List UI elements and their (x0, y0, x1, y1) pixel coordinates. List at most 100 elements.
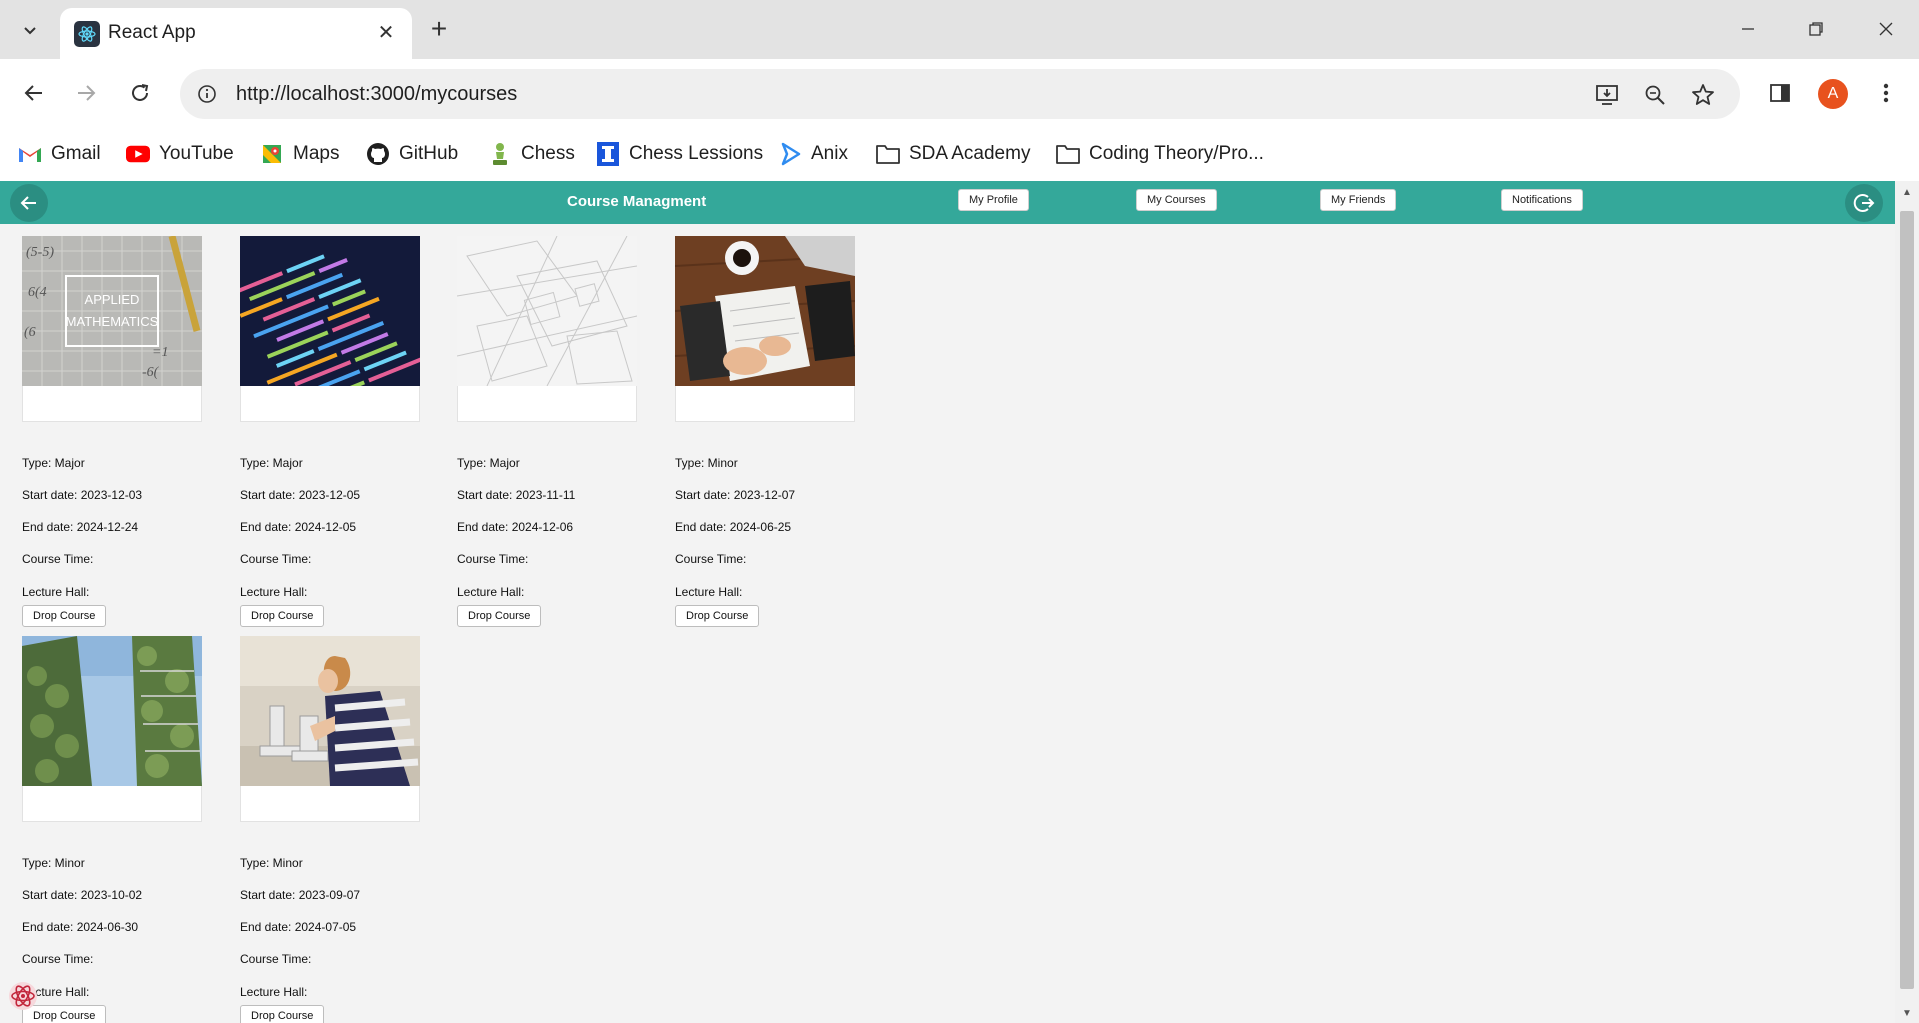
bookmark-chess-lessons[interactable]: Chess Lessions (596, 139, 763, 169)
bookmark-chess[interactable]: Chess (488, 139, 575, 169)
course-time: Course Time: (240, 552, 312, 566)
back-arrow-icon[interactable] (16, 75, 52, 111)
folder-icon (1056, 142, 1080, 166)
close-window-icon[interactable] (1866, 12, 1906, 46)
lecture-hall: Lecture Hall: (240, 585, 308, 599)
bookmark-youtube[interactable]: YouTube (126, 139, 234, 169)
tab-title: React App (108, 22, 196, 43)
profile-avatar[interactable]: A (1818, 79, 1848, 109)
architecture-blueprint-photo (457, 236, 637, 386)
url-text[interactable]: http://localhost:3000/mycourses (236, 83, 517, 106)
green-towers-photo (22, 636, 202, 786)
drop-course-button[interactable]: Drop Course (457, 605, 542, 627)
course-end-date: End date: 2024-12-24 (22, 520, 139, 534)
lecture-hall: Lecture Hall: (240, 985, 308, 999)
course-time: Course Time: (22, 952, 94, 966)
course-time: Course Time: (457, 552, 529, 566)
bookmark-sda-academy[interactable]: SDA Academy (876, 139, 1030, 169)
bookmarks-bar: Gmail YouTube Maps GitHub Chess Chess Le… (0, 129, 1919, 181)
app-title: Course Managment (567, 193, 707, 210)
card-caption-area (240, 386, 420, 422)
reload-icon[interactable] (122, 75, 158, 111)
browser-tab-strip: React App ✕ + (0, 0, 1919, 59)
anix-play-icon (778, 142, 802, 166)
side-panel-icon[interactable] (1762, 75, 1798, 111)
bookmark-label: Chess Lessions (629, 143, 764, 164)
bookmark-maps[interactable]: Maps (260, 139, 339, 169)
course-start-date: Start date: 2023-09-07 (240, 888, 361, 902)
card-caption-area (22, 386, 202, 422)
card-caption-area (22, 786, 202, 822)
course-start-date: Start date: 2023-12-07 (675, 488, 796, 502)
drop-course-button[interactable]: Drop Course (675, 605, 760, 627)
svg-text:=1: =1 (152, 345, 168, 360)
course-card: Type: Minor Start date: 2023-09-07 End d… (240, 636, 420, 1023)
tab-search-chevron-icon[interactable] (14, 14, 46, 46)
minimize-icon[interactable] (1728, 12, 1768, 46)
course-card: Type: Minor Start date: 2023-12-07 End d… (675, 236, 855, 627)
bookmark-label: Maps (293, 143, 340, 164)
course-end-date: End date: 2024-12-05 (240, 520, 357, 534)
lecture-hall: Lecture Hall: (675, 585, 743, 599)
scroll-up-arrow-icon[interactable]: ▲ (1901, 186, 1913, 198)
restore-icon[interactable] (1796, 12, 1836, 46)
bookmark-coding-theory[interactable]: Coding Theory/Pro... (1056, 139, 1264, 169)
course-card: Type: Minor Start date: 2023-10-02 End d… (22, 636, 202, 1023)
notifications-button[interactable]: Notifications (1501, 189, 1583, 211)
my-friends-button[interactable]: My Friends (1320, 189, 1397, 211)
drop-course-button[interactable]: Drop Course (240, 1005, 325, 1023)
bookmark-label: Gmail (51, 143, 101, 164)
my-profile-button[interactable]: My Profile (958, 189, 1029, 211)
install-app-icon[interactable] (1592, 80, 1622, 110)
back-arrow-icon[interactable] (10, 184, 48, 222)
zoom-icon[interactable] (1640, 80, 1670, 110)
image-caption-text: APPLIED (85, 292, 140, 307)
address-bar[interactable]: http://localhost:3000/mycourses (180, 69, 1740, 119)
page-scrollbar[interactable]: ▲ ▼ (1895, 181, 1919, 1023)
image-caption-text: MATHEMATICS (66, 314, 159, 329)
bookmark-anix[interactable]: Anix (778, 139, 848, 169)
page-viewport: Course Managment My Profile My Courses M… (0, 181, 1919, 1023)
site-info-icon[interactable] (194, 81, 220, 107)
kebab-menu-icon[interactable] (1868, 75, 1904, 111)
scrollbar-thumb[interactable] (1900, 211, 1914, 989)
svg-text:-6(: -6( (142, 365, 160, 380)
chess-lessons-icon (596, 142, 620, 166)
card-caption-area (457, 386, 637, 422)
card-caption-area (240, 786, 420, 822)
drop-course-button[interactable]: Drop Course (22, 605, 107, 627)
logout-icon[interactable] (1845, 184, 1883, 222)
bookmark-label: SDA Academy (909, 143, 1031, 164)
react-devtools-icon[interactable] (8, 981, 38, 1011)
course-type: Type: Minor (240, 856, 303, 870)
course-type: Type: Major (240, 456, 303, 470)
lecture-hall: Lecture Hall: (457, 585, 525, 599)
bookmark-github[interactable]: GitHub (366, 139, 458, 169)
course-card: Type: Major Start date: 2023-12-05 End d… (240, 236, 420, 627)
course-time: Course Time: (675, 552, 747, 566)
tab-close-icon[interactable]: ✕ (374, 20, 398, 44)
card-caption-area (675, 386, 855, 422)
lecture-hall: Lecture Hall: (22, 585, 90, 599)
bookmark-star-icon[interactable] (1688, 80, 1718, 110)
drop-course-button[interactable]: Drop Course (240, 605, 325, 627)
new-tab-plus-icon[interactable]: + (424, 13, 454, 44)
course-end-date: End date: 2024-06-25 (675, 520, 792, 534)
bookmark-label: GitHub (399, 143, 459, 164)
svg-text:6(4: 6(4 (28, 285, 47, 300)
course-type: Type: Major (22, 456, 85, 470)
scroll-down-arrow-icon[interactable]: ▼ (1901, 1007, 1913, 1019)
forward-arrow-icon[interactable] (68, 75, 104, 111)
youtube-icon (126, 142, 150, 166)
course-time: Course Time: (240, 952, 312, 966)
course-type: Type: Minor (675, 456, 738, 470)
active-tab[interactable]: React App ✕ (60, 8, 412, 59)
bookmark-label: Coding Theory/Pro... (1089, 143, 1264, 164)
desk-writing-photo (675, 236, 855, 386)
folder-icon (876, 142, 900, 166)
bookmark-gmail[interactable]: Gmail (18, 139, 101, 169)
course-start-date: Start date: 2023-12-05 (240, 488, 361, 502)
my-courses-button[interactable]: My Courses (1136, 189, 1217, 211)
course-start-date: Start date: 2023-10-02 (22, 888, 143, 902)
course-type: Type: Major (457, 456, 520, 470)
